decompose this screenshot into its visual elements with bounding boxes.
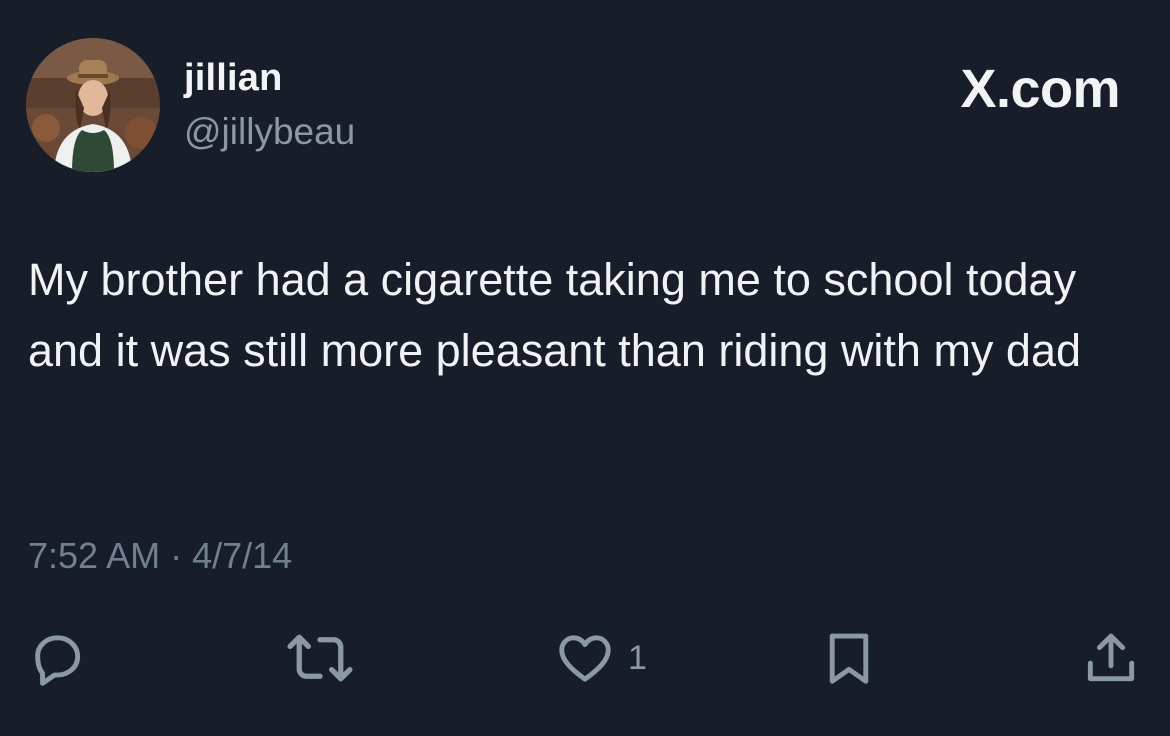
tweet-card: jillian @jillybeau X.com My brother had … [0,0,1170,736]
bookmark-button[interactable] [818,624,880,692]
reply-button[interactable] [26,624,88,692]
tweet-text: My brother had a cigarette taking me to … [28,254,1082,376]
like-count: 1 [628,638,647,677]
brand-logo: X.com [960,59,1120,119]
bookmark-icon [829,633,869,684]
share-button[interactable] [1080,624,1142,692]
share-icon [1087,633,1135,682]
author-handle[interactable]: @jillybeau [184,110,355,154]
profile-photo [26,38,160,172]
tweet-timestamp[interactable]: 7:52 AM · 4/7/14 [28,534,292,578]
repost-button[interactable] [284,624,356,692]
repost-icon [287,634,353,682]
heart-icon [559,635,611,682]
author-display-name[interactable]: jillian [184,56,283,100]
reply-icon [35,635,81,686]
like-button[interactable]: 1 [554,624,647,692]
avatar[interactable] [26,38,160,172]
